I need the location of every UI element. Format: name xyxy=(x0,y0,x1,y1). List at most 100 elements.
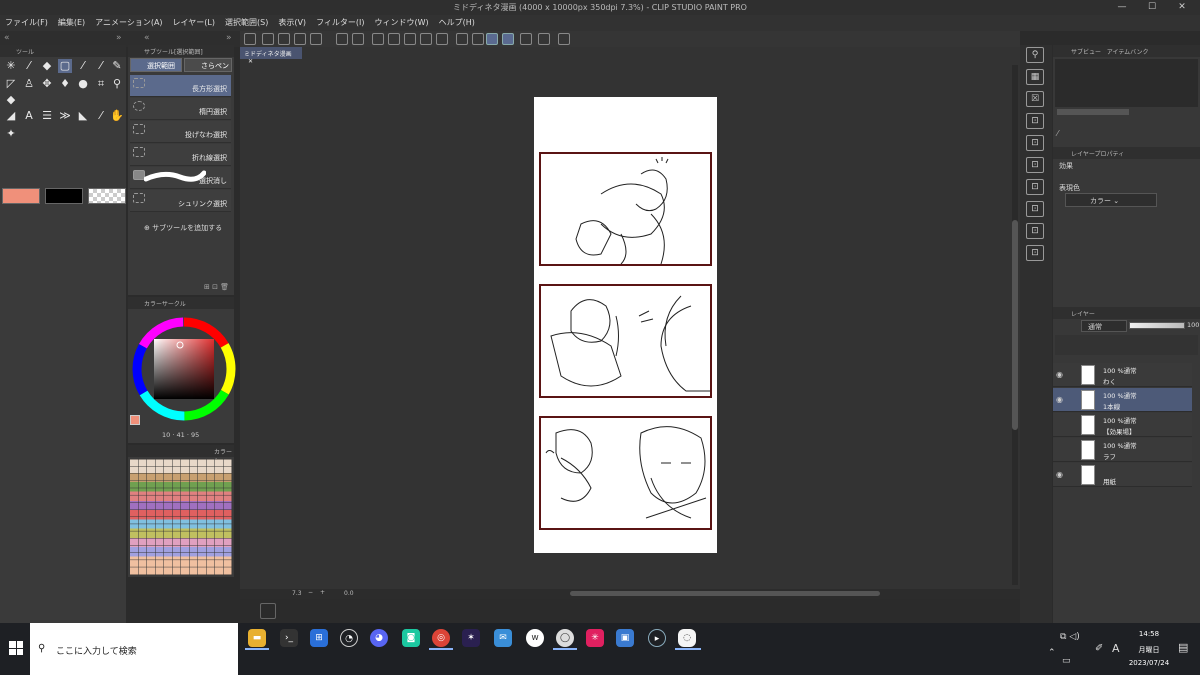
menu-view[interactable]: 表示(V) xyxy=(273,15,311,31)
eye-icon[interactable]: ◉ xyxy=(1056,395,1063,404)
sparkle-icon[interactable]: ✦ xyxy=(4,127,18,141)
frame-icon[interactable]: ☰ xyxy=(40,109,54,123)
transparent-color-swatch[interactable] xyxy=(88,188,126,204)
layer-row[interactable]: 100 %通常 【効果場】 xyxy=(1053,413,1192,437)
minimize-button[interactable]: — xyxy=(1110,1,1134,14)
chrome-icon[interactable]: ◎ xyxy=(432,629,450,647)
explorer-icon[interactable]: ▬ xyxy=(248,629,266,647)
triangle-icon[interactable]: ◸ xyxy=(4,77,18,91)
terminal-icon[interactable]: ›_ xyxy=(280,629,298,647)
snap-special-ruler-icon[interactable] xyxy=(502,33,514,45)
panel-icon-6[interactable]: ⊡ xyxy=(1026,179,1044,195)
maximize-button[interactable]: ☐ xyxy=(1140,1,1164,14)
subtool-erase-select[interactable]: 選択消し xyxy=(130,167,231,189)
eye-icon[interactable]: ◉ xyxy=(1056,370,1063,379)
tab-item-bank[interactable]: アイテムバンク xyxy=(1107,49,1149,56)
swatch-grid[interactable] xyxy=(130,459,232,575)
help-icon[interactable] xyxy=(558,33,570,45)
document-tab[interactable]: ミドディネタ漫画 ✕ xyxy=(240,47,302,65)
blend-mode-select[interactable]: 通常 xyxy=(1081,320,1127,332)
menu-help[interactable]: ヘルプ(H) xyxy=(434,15,480,31)
comic-frame-2[interactable] xyxy=(539,284,712,398)
balloon-icon[interactable]: ≫ xyxy=(58,109,72,123)
windows-start-icon[interactable] xyxy=(9,641,23,655)
color-wheel[interactable] xyxy=(130,315,240,425)
spinner-icon[interactable] xyxy=(372,33,384,45)
subtool-lasso-select[interactable]: 投げなわ選択 xyxy=(130,121,231,143)
brush-icon[interactable]: ⁄ xyxy=(94,59,108,73)
clock-app-icon[interactable]: ◔ xyxy=(340,629,358,647)
collapse-left-icon[interactable]: « xyxy=(4,33,10,43)
canvas-paper[interactable] xyxy=(534,97,717,553)
app-icon[interactable]: w xyxy=(526,629,544,647)
collapse-subtool-icon[interactable]: « xyxy=(144,33,150,43)
selection-tool-icon[interactable]: ▢ xyxy=(58,59,72,73)
layer-row[interactable]: ◉ 用紙 xyxy=(1053,463,1192,487)
panel-icon-9[interactable]: ⊡ xyxy=(1026,245,1044,261)
new-file-icon[interactable] xyxy=(262,33,274,45)
current-color-chip[interactable] xyxy=(130,415,140,425)
panel-icon-2[interactable]: ☒ xyxy=(1026,91,1044,107)
menu-edit[interactable]: 編集(E) xyxy=(53,15,90,31)
panel-icon-1[interactable]: ▦ xyxy=(1026,69,1044,85)
pen-icon[interactable]: ⁄ xyxy=(76,59,90,73)
cs-icon[interactable] xyxy=(244,33,256,45)
vertical-scrollbar[interactable] xyxy=(1012,220,1018,430)
blend-icon[interactable]: ● xyxy=(76,77,90,91)
expression-color-select[interactable]: カラー ⌄ xyxy=(1065,193,1157,207)
add-subtool-button[interactable]: ⊕ サブツールを追加する xyxy=(144,223,222,233)
slack-icon[interactable]: ✳ xyxy=(586,629,604,647)
subtool-ellipse-select[interactable]: 楕円選択 xyxy=(130,98,231,120)
zoom-out-button[interactable]: − xyxy=(308,589,313,596)
eraser-icon[interactable]: ◆ xyxy=(40,59,54,73)
open-file-icon[interactable] xyxy=(278,33,290,45)
notification-icon[interactable]: ▤ xyxy=(1178,641,1188,654)
ime-indicator[interactable]: A xyxy=(1112,642,1120,655)
deselect-icon[interactable] xyxy=(436,33,448,45)
snap-grid-icon[interactable] xyxy=(520,33,532,45)
collapse-tool-icon[interactable]: » xyxy=(116,33,122,43)
tab-sarapen[interactable]: さらペン xyxy=(184,58,232,72)
subtool-rect-select[interactable]: 長方形選択 xyxy=(130,75,231,97)
media-icon[interactable]: ▸ xyxy=(648,629,666,647)
panel-icon-7[interactable]: ⊡ xyxy=(1026,201,1044,217)
subview-slider[interactable] xyxy=(1057,109,1129,115)
opacity-slider[interactable] xyxy=(1129,322,1185,329)
main-color-swatch[interactable] xyxy=(2,188,40,204)
network-icon[interactable]: ▭ xyxy=(1062,656,1071,666)
invert-selection-icon[interactable] xyxy=(472,33,484,45)
comic-frame-1[interactable] xyxy=(539,152,712,266)
figure-icon[interactable]: ◢ xyxy=(4,109,18,123)
layer-row[interactable]: ◉ 100 %通常 1本線 xyxy=(1053,388,1192,412)
app-icon[interactable]: ◙ xyxy=(402,629,420,647)
menu-file[interactable]: ファイル(F) xyxy=(0,15,53,31)
transform-icon[interactable] xyxy=(420,33,432,45)
tab-selection[interactable]: 選択範囲 xyxy=(130,58,182,72)
app-icon[interactable]: ✶ xyxy=(462,629,480,647)
layer-row[interactable]: 100 %通常 ラフ xyxy=(1053,438,1192,462)
hide-selection-icon[interactable] xyxy=(456,33,468,45)
panel-icon-4[interactable]: ⊡ xyxy=(1026,135,1044,151)
eye-icon[interactable]: ◉ xyxy=(1056,470,1063,479)
rotation-value[interactable]: 0.0 xyxy=(344,590,354,597)
eraser-clear-icon[interactable] xyxy=(294,33,306,45)
fill-bucket-icon[interactable]: ♙ xyxy=(22,77,36,91)
eyedropper-icon[interactable]: ⁄ xyxy=(22,59,36,73)
zoom-icon[interactable]: ⚲ xyxy=(110,77,124,91)
ruler-icon[interactable]: ◣ xyxy=(76,109,90,123)
panel-icon-3[interactable]: ⊡ xyxy=(1026,113,1044,129)
expand-subtool-icon[interactable]: » xyxy=(226,33,232,43)
print-icon[interactable] xyxy=(310,33,322,45)
redo-icon[interactable] xyxy=(352,33,364,45)
menu-animation[interactable]: アニメーション(A) xyxy=(90,15,167,31)
taskbar-search[interactable]: ⚲ ここに入力して検索 xyxy=(30,623,238,675)
opacity-value[interactable]: 100 xyxy=(1187,321,1199,329)
clip-studio-launcher-icon[interactable]: ◯ xyxy=(556,629,574,647)
menu-layer[interactable]: レイヤー(L) xyxy=(168,15,220,31)
bucket-icon[interactable]: ♦ xyxy=(58,77,72,91)
snap-ruler-icon[interactable] xyxy=(486,33,498,45)
pencil-icon[interactable]: ✎ xyxy=(110,59,124,73)
clock[interactable]: 14:58 月曜日 2023/07/24 xyxy=(1124,630,1174,667)
layer-row[interactable]: ◉ 100 %通常 わく xyxy=(1053,363,1192,387)
discord-icon[interactable]: ◕ xyxy=(370,629,388,647)
